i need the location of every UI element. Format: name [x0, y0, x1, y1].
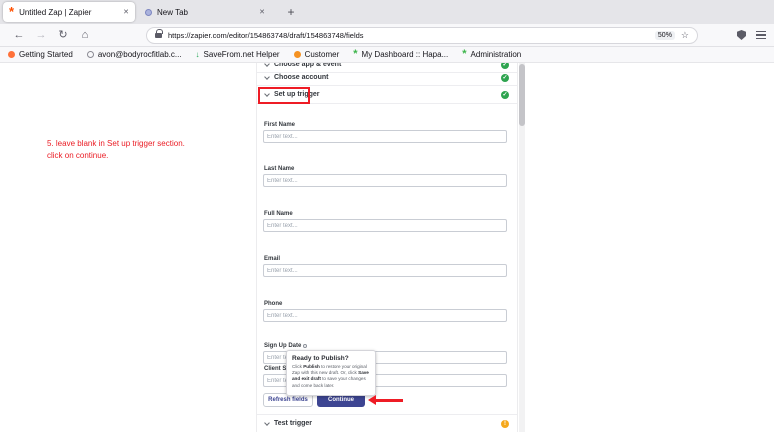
- chevron-down-icon: [264, 420, 270, 426]
- field-label-phone: Phone: [264, 301, 282, 307]
- first-name-input[interactable]: [263, 130, 507, 143]
- nav-right-icons: [737, 30, 766, 40]
- field-label-email: Email: [264, 256, 280, 262]
- section-label: Choose account: [274, 74, 328, 81]
- firefox-flame-icon: [8, 51, 15, 58]
- lock-icon: [155, 33, 162, 38]
- full-name-input[interactable]: [263, 219, 507, 232]
- field-label-sign-up-date: Sign Up Date: [264, 343, 307, 349]
- page-favicon-icon: [145, 9, 152, 16]
- url-text: https://zapier.com/editor/154863748/draf…: [168, 31, 655, 40]
- section-label: Test trigger: [274, 420, 312, 427]
- last-name-input[interactable]: [263, 174, 507, 187]
- bookmark-customer[interactable]: Customer: [294, 50, 340, 59]
- scrollbar-thumb[interactable]: [519, 64, 525, 126]
- bookmark-my-dashboard[interactable]: * My Dashboard :: Hapa...: [353, 50, 448, 59]
- admin-favicon-icon: *: [462, 51, 466, 58]
- tab-close-icon[interactable]: ✕: [259, 8, 265, 16]
- tooltip-body: Click Publish to restore your original Z…: [292, 364, 370, 389]
- tab-title: New Tab: [157, 8, 255, 17]
- chevron-down-icon: [264, 63, 270, 66]
- zoom-level-badge[interactable]: 50%: [655, 31, 675, 40]
- tab-close-icon[interactable]: ✕: [123, 8, 129, 16]
- field-label-full-name: Full Name: [264, 211, 293, 217]
- bookmark-savefrom-helper[interactable]: ↓ SaveFrom.net Helper: [196, 50, 280, 59]
- bookmark-label: avon@bodyrocfitlab.c...: [98, 50, 182, 59]
- annotation-note: 5. leave blank in Set up trigger section…: [47, 138, 185, 162]
- check-icon: ✓: [501, 91, 509, 99]
- browser-window: * Untitled Zap | Zapier ✕ New Tab ✕ + ← …: [0, 0, 774, 432]
- chevron-down-icon: [264, 74, 270, 80]
- globe-icon: [87, 51, 94, 58]
- section-choose-account[interactable]: Choose account ✓: [257, 70, 517, 86]
- page-content: 5. leave blank in Set up trigger section…: [0, 63, 774, 432]
- field-label-first-name: First Name: [264, 122, 295, 128]
- annotation-line-2: click on continue.: [47, 150, 185, 162]
- bookmark-label: Getting Started: [19, 50, 73, 59]
- zapier-editor-panel: Choose app & event ✓ Choose account ✓ Se…: [256, 63, 518, 432]
- ready-to-publish-tooltip: Ready to Publish? Click Publish to resto…: [286, 350, 376, 396]
- customer-favicon-icon: [294, 51, 301, 58]
- annotation-arrow-line: [376, 399, 403, 402]
- scrollbar-track[interactable]: [519, 63, 525, 432]
- check-icon: ✓: [501, 63, 509, 69]
- annotation-arrow-head: [368, 395, 376, 405]
- annotation-red-box: [258, 87, 310, 104]
- bookmark-avon-email[interactable]: avon@bodyrocfitlab.c...: [87, 50, 182, 59]
- address-bar[interactable]: https://zapier.com/editor/154863748/draf…: [146, 27, 698, 44]
- bookmark-label: Customer: [305, 50, 340, 59]
- section-test-trigger[interactable]: Test trigger !: [257, 414, 517, 432]
- email-input[interactable]: [263, 264, 507, 277]
- bookmark-label: SaveFrom.net Helper: [204, 50, 280, 59]
- new-tab-button[interactable]: +: [281, 5, 301, 19]
- tab-bar: * Untitled Zap | Zapier ✕ New Tab ✕ +: [0, 0, 774, 24]
- tab-new-tab[interactable]: New Tab ✕: [139, 2, 271, 22]
- phone-input[interactable]: [263, 309, 507, 322]
- info-icon: [303, 344, 307, 348]
- bookmark-label: Administration: [471, 50, 522, 59]
- home-icon[interactable]: ⌂: [74, 24, 96, 47]
- hapa-favicon-icon: *: [353, 51, 357, 58]
- check-icon: ✓: [501, 74, 509, 82]
- navigation-bar: ← → ↻ ⌂ https://zapier.com/editor/154863…: [0, 24, 774, 47]
- field-label-last-name: Last Name: [264, 166, 294, 172]
- warning-icon: !: [501, 420, 509, 428]
- tab-zapier[interactable]: * Untitled Zap | Zapier ✕: [3, 2, 135, 22]
- bookmark-star-icon[interactable]: ☆: [681, 31, 689, 40]
- section-label: Choose app & event: [274, 63, 341, 68]
- zapier-favicon-icon: *: [9, 7, 14, 17]
- reload-icon[interactable]: ↻: [52, 24, 74, 47]
- tab-title: Untitled Zap | Zapier: [19, 8, 119, 17]
- bookmark-getting-started[interactable]: Getting Started: [8, 50, 73, 59]
- bookmark-administration[interactable]: * Administration: [462, 50, 521, 59]
- forward-icon[interactable]: →: [30, 24, 52, 47]
- download-arrow-icon: ↓: [196, 51, 200, 59]
- back-icon[interactable]: ←: [8, 24, 30, 47]
- tooltip-title: Ready to Publish?: [292, 355, 370, 362]
- bookmarks-bar: Getting Started avon@bodyrocfitlab.c... …: [0, 47, 774, 63]
- bookmark-label: My Dashboard :: Hapa...: [362, 50, 449, 59]
- annotation-line-1: 5. leave blank in Set up trigger section…: [47, 138, 185, 150]
- shield-icon[interactable]: [737, 30, 746, 40]
- menu-icon[interactable]: [756, 31, 766, 40]
